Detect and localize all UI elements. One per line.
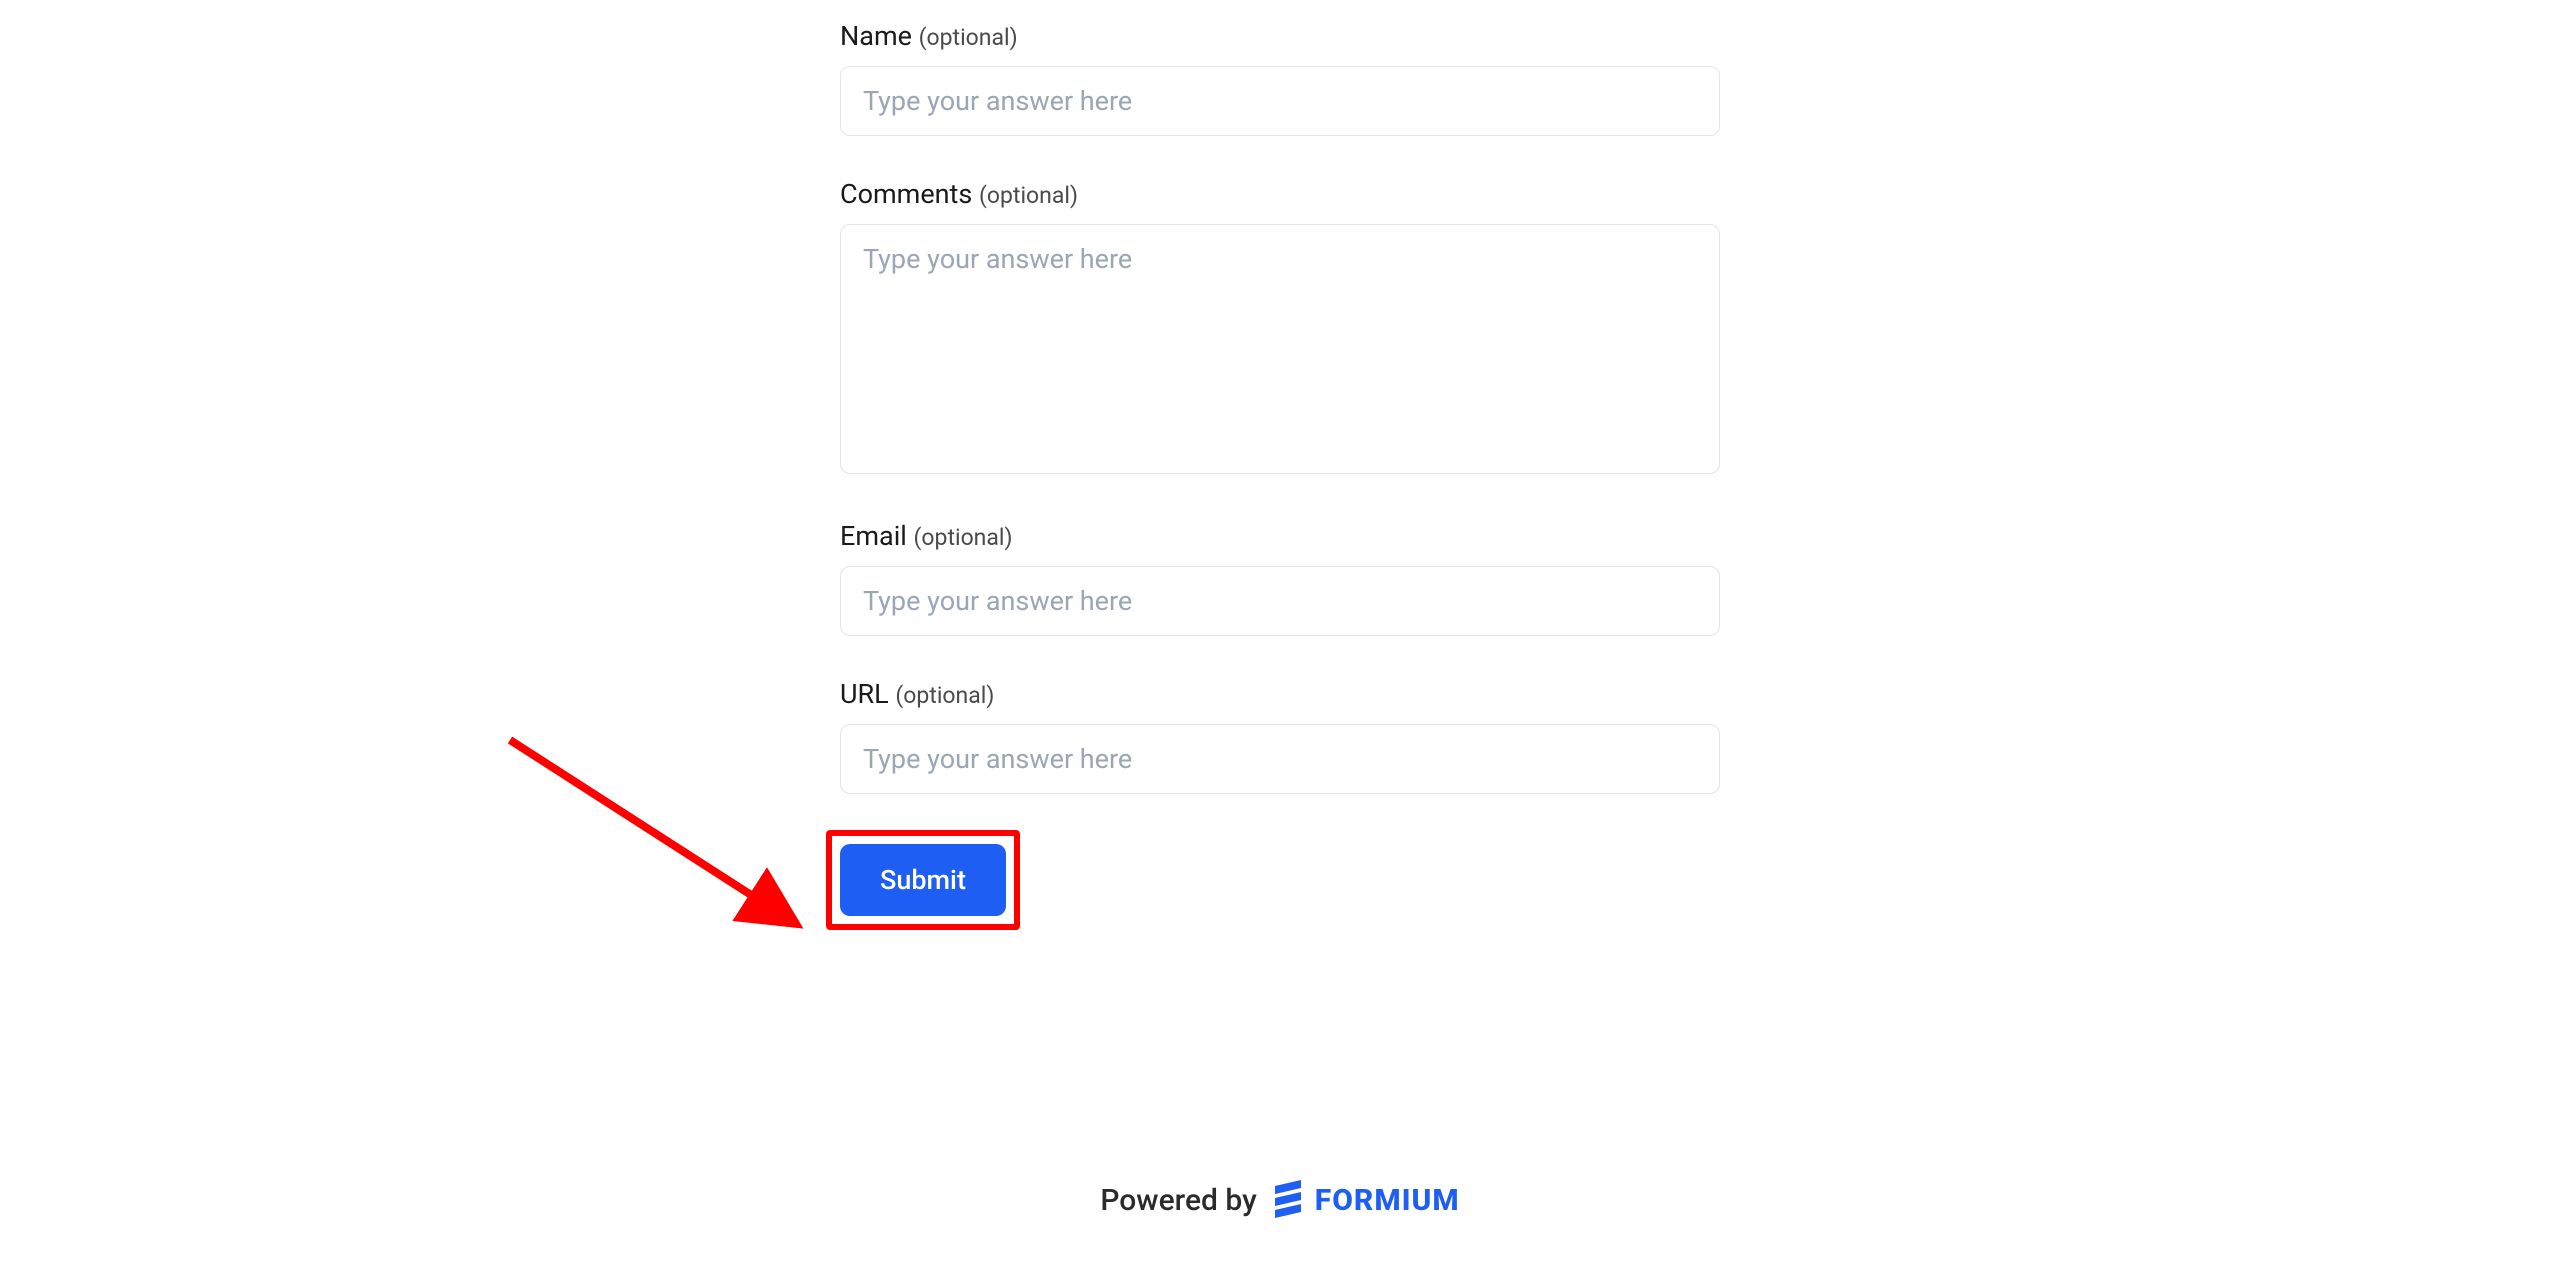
field-comments: Comments (optional) [840,178,1720,478]
comments-label: Comments (optional) [840,178,1720,210]
field-name: Name (optional) [840,20,1720,136]
label-text: Email [840,520,907,552]
url-input[interactable] [840,724,1720,794]
submit-button[interactable]: Submit [840,844,1006,916]
formium-brand-text: FORMIUM [1315,1183,1460,1218]
form-container: Name (optional) Comments (optional) Emai… [840,0,1720,916]
name-label: Name (optional) [840,20,1720,52]
submit-wrapper: Submit [840,844,1006,916]
formium-logo[interactable]: FORMIUM [1271,1180,1460,1220]
field-url: URL (optional) [840,678,1720,794]
optional-text: (optional) [919,24,1018,51]
label-text: Name [840,20,912,52]
email-input[interactable] [840,566,1720,636]
comments-input[interactable] [840,224,1720,474]
optional-text: (optional) [914,524,1013,551]
formium-logo-icon [1271,1180,1305,1220]
optional-text: (optional) [979,182,1078,209]
label-text: URL [840,678,889,710]
footer: Powered by FORMIUM [0,1180,2560,1220]
footer-inner: Powered by FORMIUM [1100,1180,1459,1220]
powered-by-text: Powered by [1100,1183,1256,1218]
url-label: URL (optional) [840,678,1720,710]
optional-text: (optional) [895,682,994,709]
label-text: Comments [840,178,972,210]
email-label: Email (optional) [840,520,1720,552]
name-input[interactable] [840,66,1720,136]
annotation-arrow-icon [490,720,890,980]
field-email: Email (optional) [840,520,1720,636]
